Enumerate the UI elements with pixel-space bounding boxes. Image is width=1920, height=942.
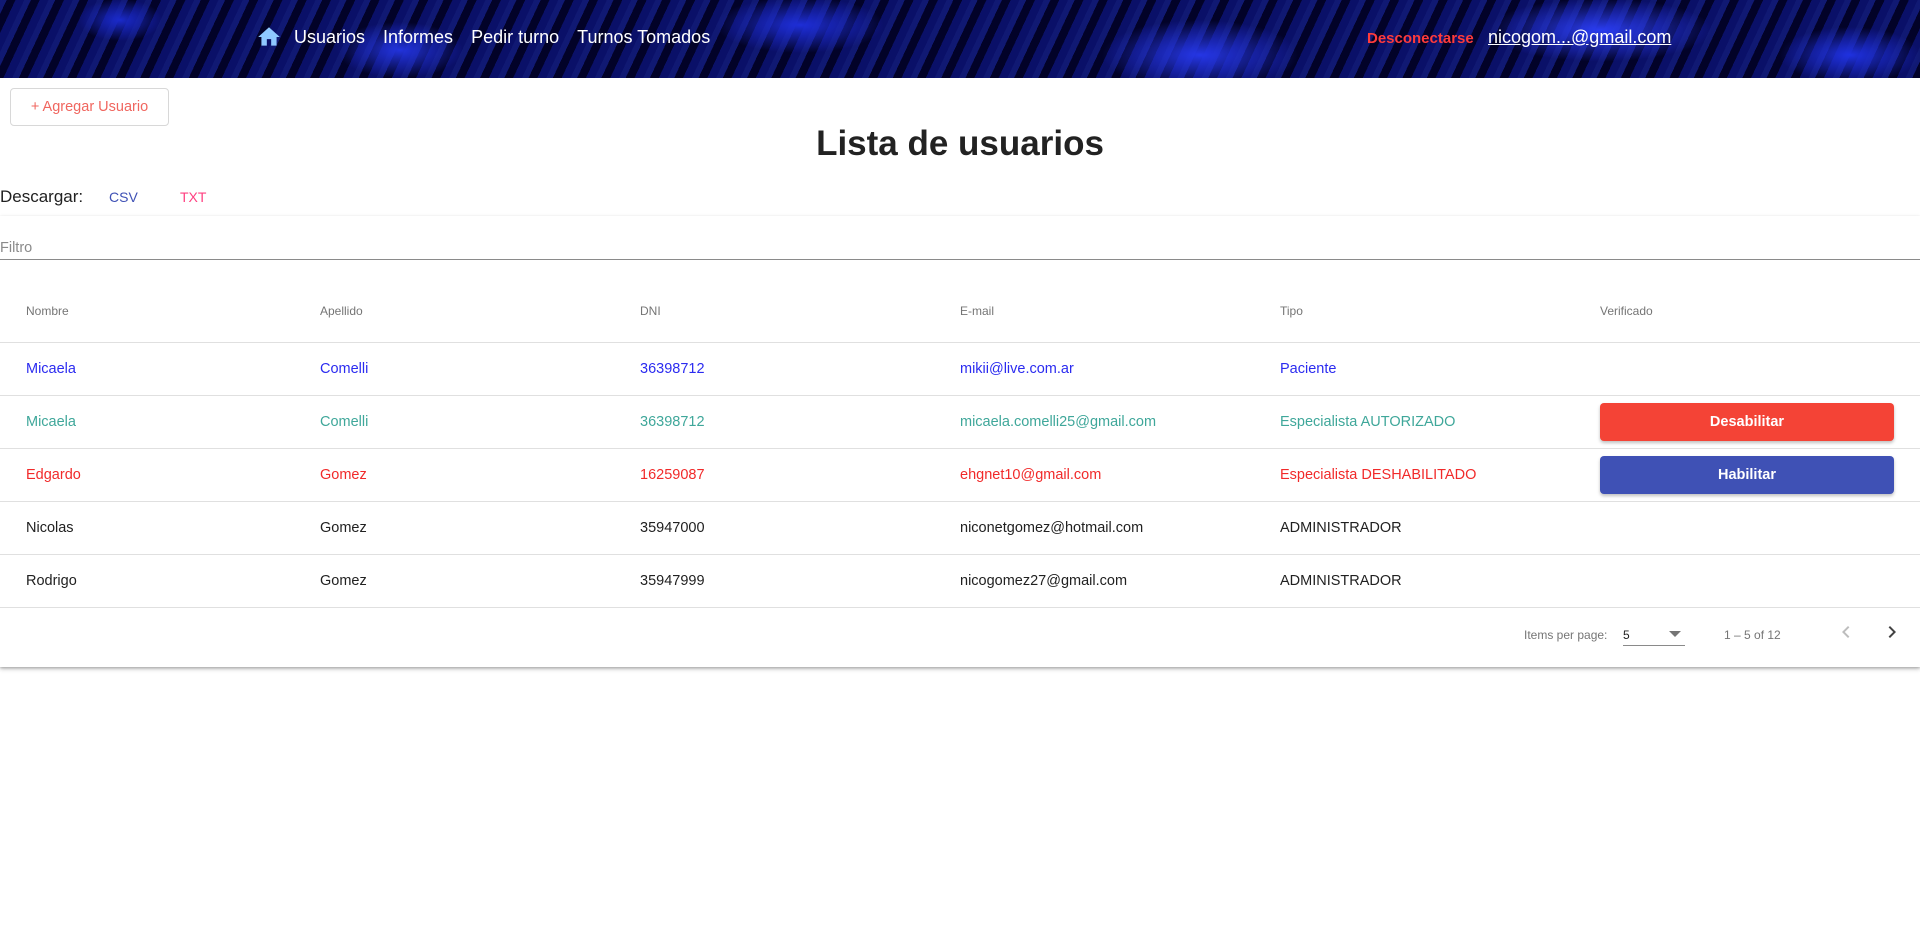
page-range-label: 1 – 5 of 12 bbox=[1724, 628, 1781, 642]
cell-verificado bbox=[1574, 501, 1920, 555]
cell-apellido: Comelli bbox=[294, 342, 614, 396]
cell-nombre: Micaela bbox=[0, 395, 294, 449]
items-per-page-value: 5 bbox=[1623, 628, 1630, 642]
main-nav: Usuarios Informes Pedir turno Turnos Tom… bbox=[256, 24, 728, 50]
cell-nombre: Edgardo bbox=[0, 448, 294, 502]
cell-email: micaela.comelli25@gmail.com bbox=[934, 395, 1254, 449]
cell-verificado bbox=[1574, 554, 1920, 608]
enable-button[interactable]: Habilitar bbox=[1600, 455, 1894, 494]
header-dni[interactable]: DNI bbox=[614, 280, 934, 343]
cell-verificado bbox=[1574, 342, 1920, 396]
cell-apellido: Gomez bbox=[294, 448, 614, 502]
cell-dni: 16259087 bbox=[614, 448, 934, 502]
page-title: Lista de usuarios bbox=[816, 124, 1104, 163]
cell-nombre: Rodrigo bbox=[0, 554, 294, 608]
cell-nombre: Nicolas bbox=[0, 501, 294, 555]
header-verificado[interactable]: Verificado bbox=[1574, 280, 1920, 343]
next-page-button[interactable] bbox=[1880, 620, 1904, 648]
chevron-right-icon bbox=[1888, 626, 1896, 638]
cell-tipo: Paciente bbox=[1254, 342, 1574, 396]
table-row[interactable]: Nicolas Gomez 35947000 niconetgomez@hotm… bbox=[0, 501, 1920, 555]
previous-page-button[interactable] bbox=[1834, 620, 1858, 648]
table-row[interactable]: Edgardo Gomez 16259087 ehgnet10@gmail.co… bbox=[0, 448, 1920, 502]
logout-link[interactable]: Desconectarse bbox=[1367, 30, 1474, 47]
table-row[interactable]: Rodrigo Gomez 35947999 nicogomez27@gmail… bbox=[0, 554, 1920, 608]
table-row[interactable]: Micaela Comelli 36398712 mikii@live.com.… bbox=[0, 342, 1920, 396]
cell-verificado: Desabilitar bbox=[1574, 395, 1920, 449]
nav-pedir-turno[interactable]: Pedir turno bbox=[471, 27, 559, 48]
cell-apellido: Gomez bbox=[294, 554, 614, 608]
table-header-row: Nombre Apellido DNI E-mail Tipo Verifica… bbox=[0, 280, 1920, 343]
cell-email: ehgnet10@gmail.com bbox=[934, 448, 1254, 502]
cell-email: nicogomez27@gmail.com bbox=[934, 554, 1254, 608]
cell-verificado: Habilitar bbox=[1574, 448, 1920, 502]
table-row[interactable]: Micaela Comelli 36398712 micaela.comelli… bbox=[0, 395, 1920, 449]
cell-dni: 35947000 bbox=[614, 501, 934, 555]
top-navbar: Usuarios Informes Pedir turno Turnos Tom… bbox=[0, 0, 1920, 78]
items-per-page-label: Items per page: bbox=[1524, 628, 1608, 642]
cell-apellido: Comelli bbox=[294, 395, 614, 449]
filter-input[interactable] bbox=[0, 236, 1920, 260]
cell-email: mikii@live.com.ar bbox=[934, 342, 1254, 396]
cell-tipo: Especialista AUTORIZADO bbox=[1254, 395, 1574, 449]
cell-tipo: ADMINISTRADOR bbox=[1254, 501, 1574, 555]
header-nombre[interactable]: Nombre bbox=[0, 280, 294, 343]
cell-email: niconetgomez@hotmail.com bbox=[934, 501, 1254, 555]
header-tipo[interactable]: Tipo bbox=[1254, 280, 1574, 343]
cell-dni: 36398712 bbox=[614, 342, 934, 396]
user-email-link[interactable]: nicogom...@gmail.com bbox=[1488, 27, 1671, 48]
nav-informes[interactable]: Informes bbox=[383, 27, 453, 48]
nav-usuarios[interactable]: Usuarios bbox=[294, 27, 365, 48]
download-label: Descargar: bbox=[0, 187, 84, 206]
cell-dni: 36398712 bbox=[614, 395, 934, 449]
chevron-left-icon bbox=[1842, 626, 1850, 638]
cell-dni: 35947999 bbox=[614, 554, 934, 608]
cell-tipo: Especialista DESHABILITADO bbox=[1254, 448, 1574, 502]
home-icon[interactable] bbox=[256, 24, 282, 50]
cell-nombre: Micaela bbox=[0, 342, 294, 396]
download-csv-link[interactable]: CSV bbox=[109, 189, 138, 205]
add-user-button[interactable]: + Agregar Usuario bbox=[10, 88, 169, 126]
paginator: Items per page: 5 1 – 5 of 12 bbox=[0, 606, 1920, 662]
download-txt-link[interactable]: TXT bbox=[180, 189, 206, 205]
items-per-page-select[interactable]: 5 bbox=[1623, 624, 1685, 646]
cell-apellido: Gomez bbox=[294, 501, 614, 555]
header-apellido[interactable]: Apellido bbox=[294, 280, 614, 343]
nav-turnos-tomados[interactable]: Turnos Tomados bbox=[577, 27, 710, 48]
users-table-card: Nombre Apellido DNI E-mail Tipo Verifica… bbox=[0, 216, 1920, 667]
users-table: Nombre Apellido DNI E-mail Tipo Verifica… bbox=[0, 280, 1920, 608]
disable-button[interactable]: Desabilitar bbox=[1600, 402, 1894, 441]
chevron-down-icon bbox=[1669, 631, 1681, 637]
header-email[interactable]: E-mail bbox=[934, 280, 1254, 343]
cell-tipo: ADMINISTRADOR bbox=[1254, 554, 1574, 608]
